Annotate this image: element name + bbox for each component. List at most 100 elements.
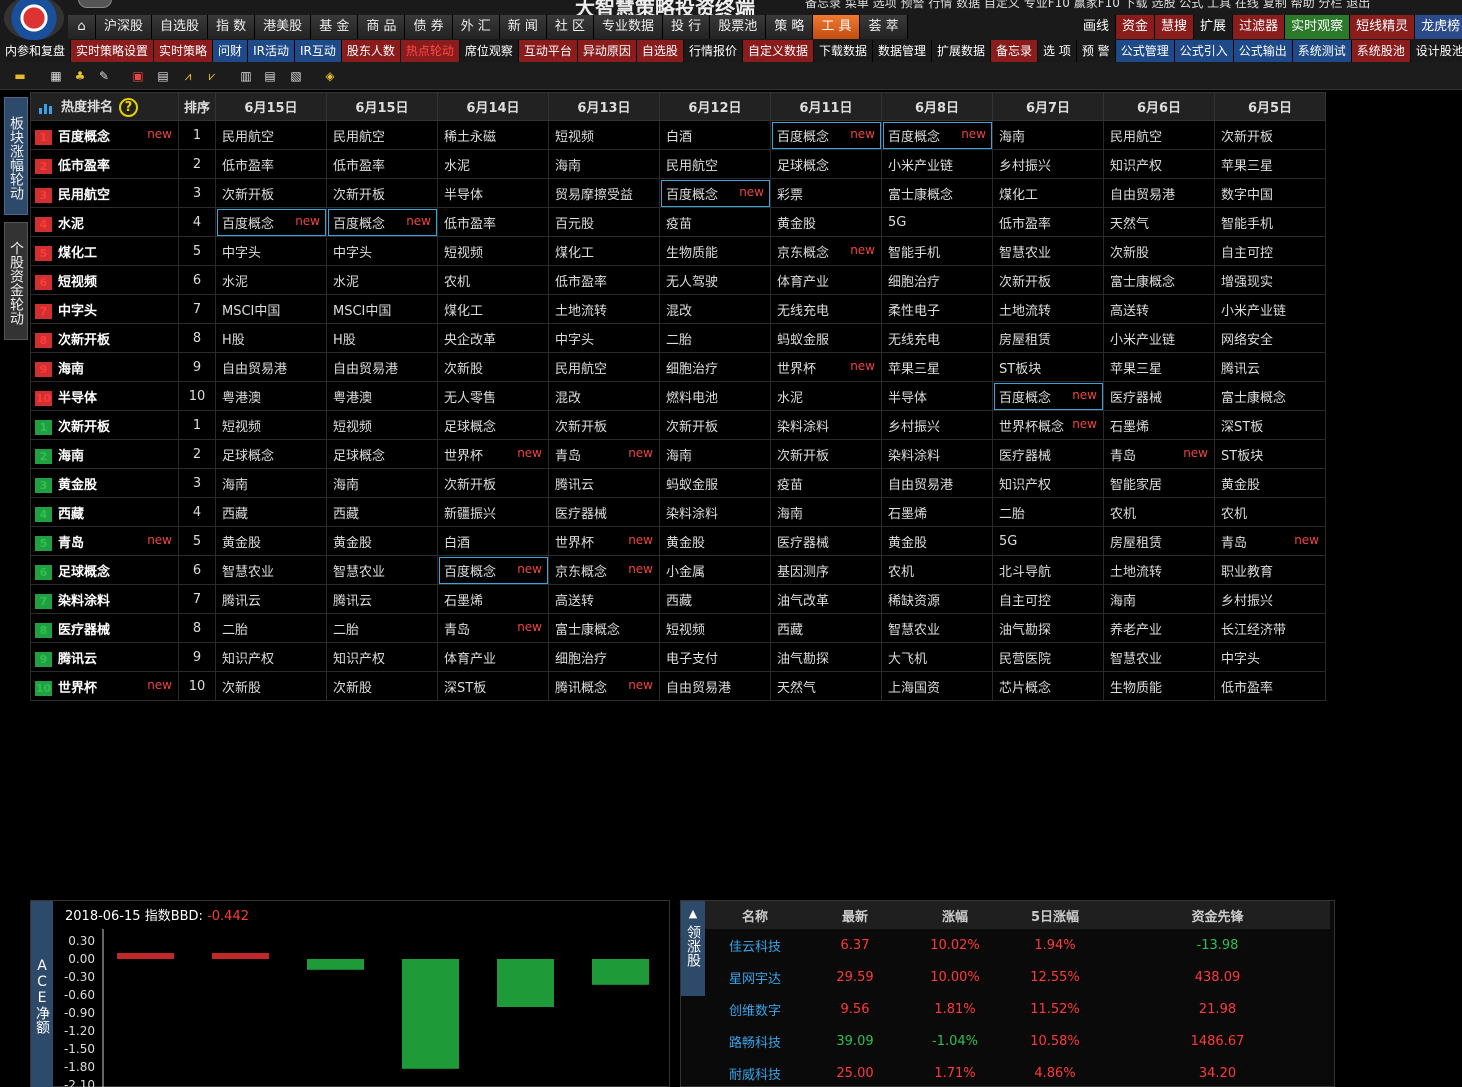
menu-item-13[interactable]: 策 略 bbox=[766, 15, 814, 39]
sector-cell[interactable]: 乡村振兴 bbox=[992, 149, 1104, 179]
sector-cell[interactable]: 职业教育 bbox=[1214, 555, 1326, 585]
submenu-item-6[interactable]: 股东人数 bbox=[341, 40, 401, 62]
sector-cell[interactable]: 智慧农业 bbox=[881, 613, 993, 643]
sector-cell[interactable]: 乡村振兴 bbox=[1214, 584, 1326, 614]
header-date-6[interactable]: 6月8日 bbox=[881, 92, 993, 121]
sector-cell[interactable]: 体育产业 bbox=[437, 642, 549, 672]
menu-item-15[interactable]: 荟 萃 bbox=[860, 15, 908, 39]
menu-item-10[interactable]: 专业数据 bbox=[594, 15, 664, 39]
lead-header-3[interactable]: 5日涨幅 bbox=[1005, 901, 1105, 929]
sector-cell[interactable]: 次新股 bbox=[215, 671, 327, 701]
header-date-9[interactable]: 6月5日 bbox=[1214, 92, 1326, 121]
table-row[interactable]: 10 半导体 10 粤港澳 粤港澳 无人零售 混改 燃料电池 水泥 半导体 百度概念 new 医疗器械 富… bbox=[30, 381, 1326, 411]
sector-cell[interactable]: 贸易摩擦受益 bbox=[548, 178, 660, 208]
grid-icon[interactable]: ▦ bbox=[48, 68, 64, 84]
image-icon[interactable]: ▤ bbox=[155, 68, 171, 84]
sector-cell[interactable]: 二胎 bbox=[659, 323, 771, 353]
header-date-3[interactable]: 6月13日 bbox=[548, 92, 660, 121]
tools-icon[interactable]: ✎ bbox=[96, 68, 112, 84]
sector-cell[interactable]: 染料涂料 bbox=[659, 497, 771, 527]
bell-icon[interactable]: ♣ bbox=[72, 68, 88, 84]
quick-item-4[interactable]: 过滤器 bbox=[1233, 15, 1286, 39]
submenu-item-1[interactable]: 实时策略设置 bbox=[71, 40, 155, 62]
submenu-item-5[interactable]: IR互动 bbox=[294, 40, 342, 62]
sector-cell[interactable]: 天然气 bbox=[1103, 207, 1215, 237]
sector-name-cell[interactable]: 1 次新开板 bbox=[30, 410, 179, 440]
sector-name-cell[interactable]: 7 中字头 bbox=[30, 294, 179, 324]
submenu-item-17[interactable]: 备忘录 bbox=[991, 40, 1039, 62]
sector-cell[interactable]: 生物质能 bbox=[1103, 671, 1215, 701]
sector-cell[interactable]: 富士康概念 bbox=[1103, 265, 1215, 295]
sector-cell[interactable]: 次新股 bbox=[1103, 236, 1215, 266]
sector-cell[interactable]: 二胎 bbox=[992, 497, 1104, 527]
sector-cell[interactable]: 蚂蚁金服 bbox=[770, 323, 882, 353]
sector-cell[interactable]: H股 bbox=[326, 323, 438, 353]
table-row[interactable]: 5 青岛 new 5 黄金股 黄金股 白酒 世界杯 new 黄金股 医疗器械 黄金股 5G 房屋租赁 青岛 n… bbox=[30, 526, 1326, 556]
sector-cell[interactable]: 中字头 bbox=[548, 323, 660, 353]
quick-item-5[interactable]: 实时观察 bbox=[1285, 15, 1351, 39]
sector-cell[interactable]: 中字头 bbox=[215, 236, 327, 266]
sector-cell[interactable]: 深ST板 bbox=[437, 671, 549, 701]
sector-cell[interactable]: 京东概念 new bbox=[770, 236, 882, 266]
sector-cell[interactable]: 中字头 bbox=[326, 236, 438, 266]
sector-cell[interactable]: 短视频 bbox=[548, 120, 660, 150]
sector-cell[interactable]: 短视频 bbox=[659, 613, 771, 643]
table-row[interactable]: 佳云科技 6.37 10.02% 1.94% -13.98 bbox=[705, 929, 1330, 961]
diamond-icon[interactable]: ◈ bbox=[322, 68, 338, 84]
sector-cell[interactable]: 染料涂料 bbox=[881, 439, 993, 469]
header-order[interactable]: 排序 bbox=[178, 92, 216, 121]
sector-cell[interactable]: 智能手机 bbox=[881, 236, 993, 266]
sector-cell[interactable]: 粤港澳 bbox=[326, 381, 438, 411]
sector-cell[interactable]: 西藏 bbox=[659, 584, 771, 614]
sector-cell[interactable]: 短视频 bbox=[437, 236, 549, 266]
sector-cell[interactable]: 民用航空 bbox=[659, 149, 771, 179]
sector-cell[interactable]: 西藏 bbox=[326, 497, 438, 527]
header-date-4[interactable]: 6月12日 bbox=[659, 92, 771, 121]
sector-cell[interactable]: 房屋租赁 bbox=[1103, 526, 1215, 556]
sector-cell[interactable]: 油气勘探 bbox=[770, 642, 882, 672]
quick-item-1[interactable]: 资金 bbox=[1116, 15, 1156, 39]
folder-icon[interactable]: ▬ bbox=[12, 68, 28, 84]
submenu-item-16[interactable]: 扩展数据 bbox=[932, 40, 992, 62]
sector-cell[interactable]: 自由贸易港 bbox=[326, 352, 438, 382]
sector-cell[interactable]: 芯片概念 bbox=[992, 671, 1104, 701]
list-icon[interactable]: ▤ bbox=[262, 68, 278, 84]
header-date-7[interactable]: 6月7日 bbox=[992, 92, 1104, 121]
submenu-item-10[interactable]: 异动原因 bbox=[577, 40, 637, 62]
sector-cell[interactable]: 疫苗 bbox=[659, 207, 771, 237]
sector-cell[interactable]: 小米产业链 bbox=[1214, 294, 1326, 324]
sector-cell[interactable]: 百度概念 new bbox=[437, 555, 549, 585]
submenu-item-15[interactable]: 数据管理 bbox=[872, 40, 932, 62]
sector-cell[interactable]: 天然气 bbox=[770, 671, 882, 701]
sector-cell[interactable]: 富士康概念 bbox=[881, 178, 993, 208]
sector-cell[interactable]: 百度概念 new bbox=[659, 178, 771, 208]
sector-name-cell[interactable]: 5 青岛 new bbox=[30, 526, 179, 556]
sector-cell[interactable]: 民用航空 bbox=[215, 120, 327, 150]
tab-leading-stocks[interactable]: ▲ 领涨股 bbox=[681, 901, 705, 996]
sector-name-cell[interactable]: 4 水泥 bbox=[30, 207, 179, 237]
sector-cell[interactable]: 智慧农业 bbox=[1103, 642, 1215, 672]
submenu-item-21[interactable]: 公式引入 bbox=[1174, 40, 1234, 62]
sector-cell[interactable]: 增强现实 bbox=[1214, 265, 1326, 295]
sector-cell[interactable]: 腾讯云 bbox=[548, 468, 660, 498]
submenu-item-19[interactable]: 预 警 bbox=[1076, 40, 1116, 62]
menu-item-11[interactable]: 投 行 bbox=[663, 15, 711, 39]
sector-cell[interactable]: 新疆振兴 bbox=[437, 497, 549, 527]
sector-cell[interactable]: 养老产业 bbox=[1103, 613, 1215, 643]
sector-cell[interactable]: 数字中国 bbox=[1214, 178, 1326, 208]
lead-header-2[interactable]: 涨幅 bbox=[905, 901, 1005, 929]
sector-cell[interactable]: 青岛 new bbox=[548, 439, 660, 469]
sector-cell[interactable]: 腾讯云 bbox=[1214, 352, 1326, 382]
header-date-5[interactable]: 6月11日 bbox=[770, 92, 882, 121]
sector-cell[interactable]: 富士康概念 bbox=[548, 613, 660, 643]
sector-cell[interactable]: 石墨烯 bbox=[437, 584, 549, 614]
sector-cell[interactable]: 无人驾驶 bbox=[659, 265, 771, 295]
sector-cell[interactable]: 知识产权 bbox=[215, 642, 327, 672]
sector-cell[interactable]: 医疗器械 bbox=[770, 526, 882, 556]
sector-cell[interactable]: 青岛 new bbox=[1103, 439, 1215, 469]
table-row[interactable]: 3 黄金股 3 海南 海南 次新开板 腾讯云 蚂蚁金服 疫苗 自由贸易港 知识产权 智能家居 黄金股 bbox=[30, 468, 1326, 498]
header-date-2[interactable]: 6月14日 bbox=[437, 92, 549, 121]
sector-cell[interactable]: 短视频 bbox=[215, 410, 327, 440]
menu-item-1[interactable]: 自选股 bbox=[152, 15, 209, 39]
submenu-item-25[interactable]: 设计股池 bbox=[1410, 40, 1462, 62]
